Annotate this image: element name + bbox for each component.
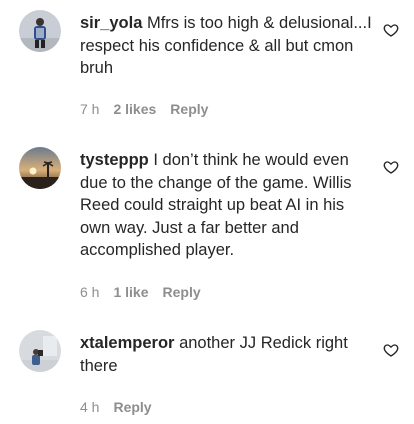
reply-button[interactable]: Reply xyxy=(170,100,208,118)
likes-count[interactable]: 1 like xyxy=(113,283,148,301)
avatar[interactable] xyxy=(19,10,61,52)
reply-button[interactable]: Reply xyxy=(163,283,201,301)
comment-time: 4 h xyxy=(80,399,100,415)
comment-meta: 6 h 1 like Reply xyxy=(80,283,201,301)
comment-time: 7 h xyxy=(80,101,100,117)
comment-body: xtalemperor another JJ Redick right ther… xyxy=(80,332,372,377)
heart-outline-icon[interactable] xyxy=(383,159,399,175)
heart-outline-icon[interactable] xyxy=(383,342,399,358)
likes-count[interactable]: 2 likes xyxy=(113,100,156,118)
reply-button[interactable]: Reply xyxy=(113,398,151,416)
comment-username[interactable]: sir_yola xyxy=(80,14,142,32)
avatar-image xyxy=(19,330,61,372)
avatar[interactable] xyxy=(19,147,61,189)
comment-username[interactable]: tysteppp xyxy=(80,151,149,169)
avatar-image xyxy=(19,147,61,189)
comment-username[interactable]: xtalemperor xyxy=(80,334,174,352)
heart-outline-icon[interactable] xyxy=(383,22,399,38)
avatar-image xyxy=(19,10,61,52)
avatar[interactable] xyxy=(19,330,61,372)
comment-body: sir_yola Mfrs is too high & delusional..… xyxy=(80,12,372,80)
comment-meta: 7 h 2 likes Reply xyxy=(80,100,208,118)
comment-body: tysteppp I don’t think he would even due… xyxy=(80,149,372,262)
comment-time: 6 h xyxy=(80,284,100,300)
comment-meta: 4 h Reply xyxy=(80,398,152,416)
